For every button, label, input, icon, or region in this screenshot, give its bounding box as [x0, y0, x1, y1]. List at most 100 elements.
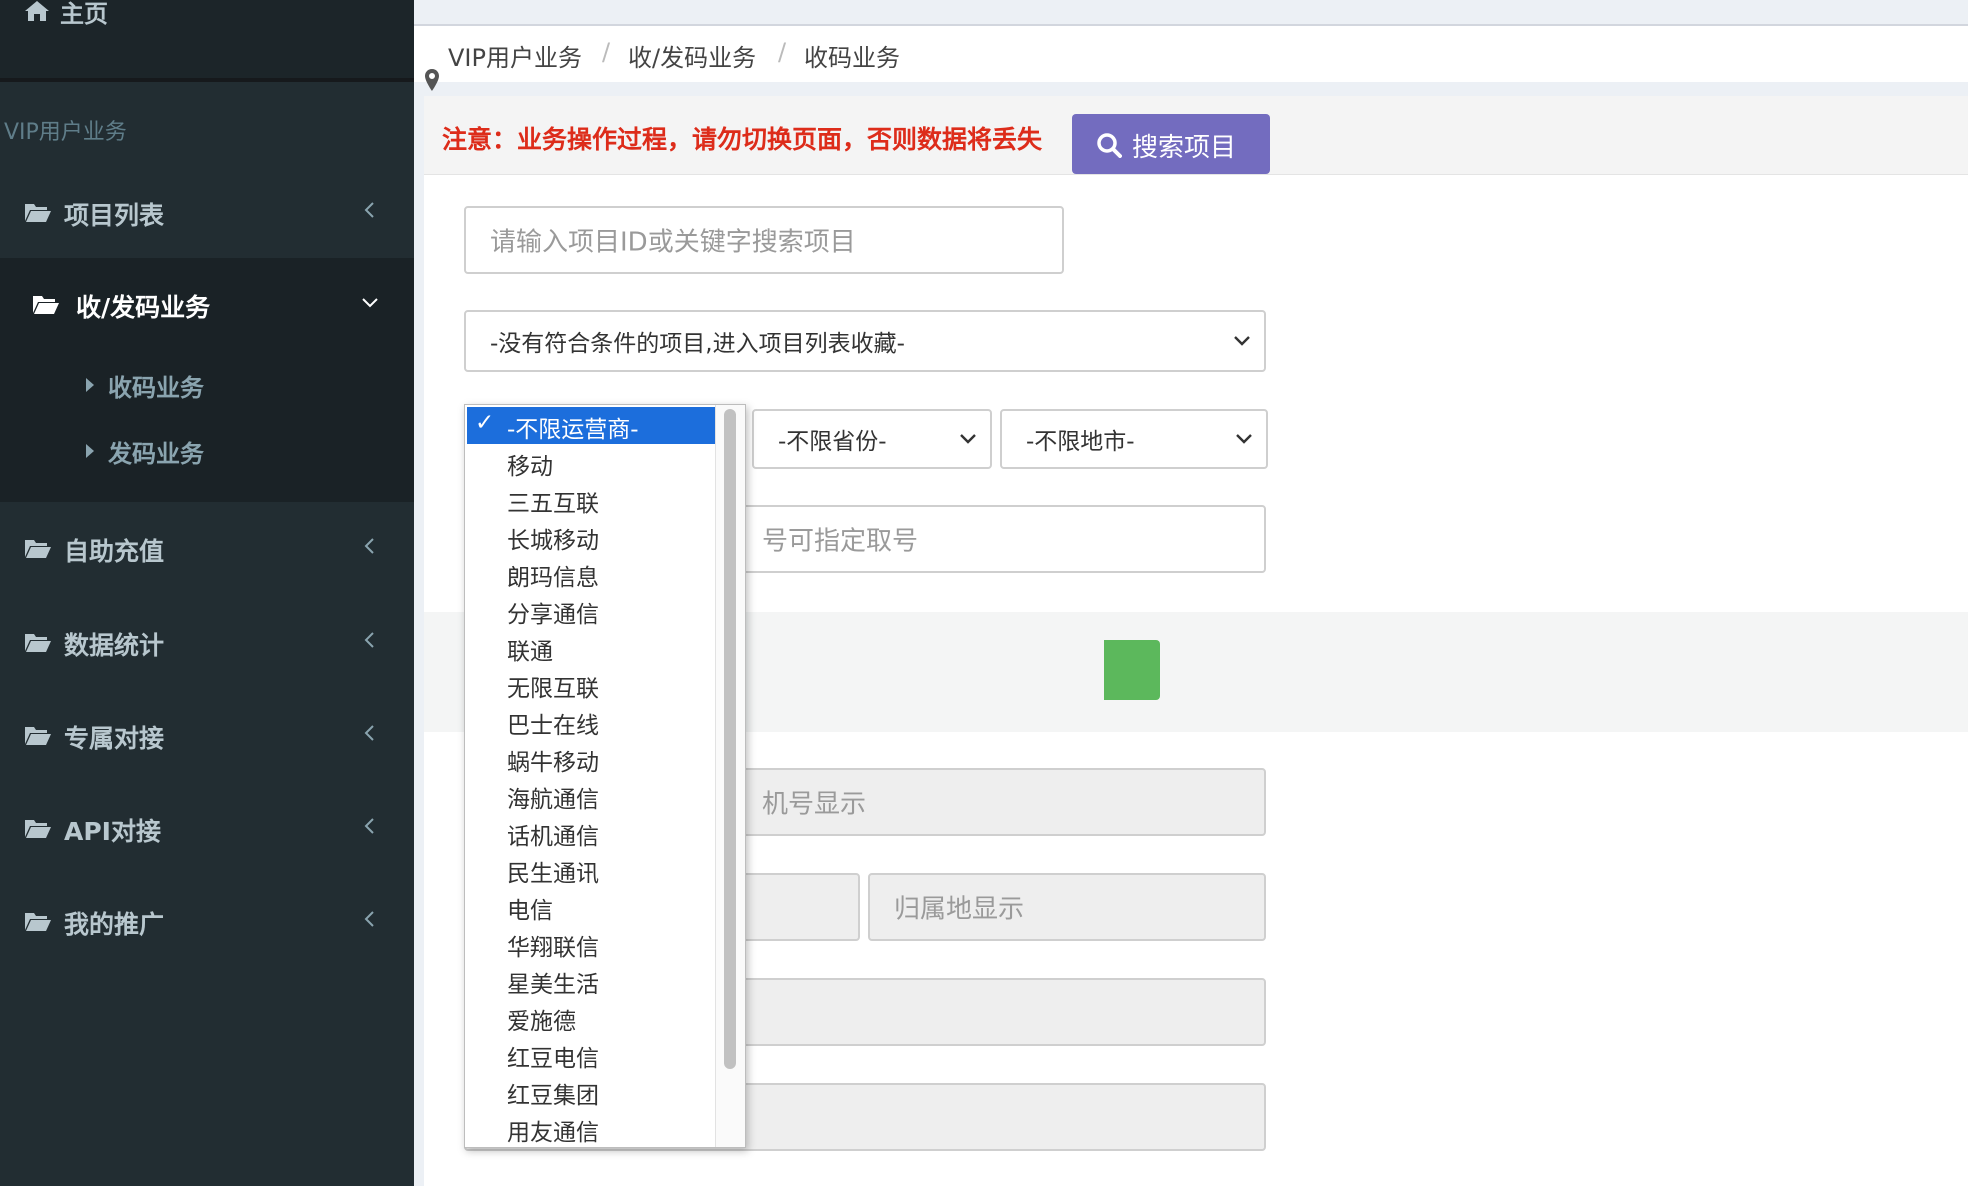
- dropdown-option[interactable]: 电信: [467, 888, 715, 925]
- province-select[interactable]: -不限省份-: [752, 409, 992, 469]
- breadcrumb-item[interactable]: VIP用户业务: [448, 38, 582, 73]
- caret-right-icon: [86, 444, 94, 458]
- sidebar-item-project-list[interactable]: 项目列表: [0, 170, 414, 256]
- dropdown-option[interactable]: 无限互联: [467, 666, 715, 703]
- breadcrumb-separator: /: [602, 38, 611, 66]
- get-number-button[interactable]: [1104, 640, 1160, 700]
- carrier-select-dropdown[interactable]: ✓ -不限运营商- 移动 三五互联 长城移动 朗玛信息 分享通信 联通 无限互联…: [464, 404, 746, 1148]
- sidebar-item-label: API对接: [64, 817, 161, 846]
- dropdown-option[interactable]: 红豆集团: [467, 1073, 715, 1110]
- option-label: 朗玛信息: [507, 565, 599, 591]
- dropdown-option[interactable]: 分享通信: [467, 592, 715, 629]
- sidebar-section-header: VIP用户业务: [4, 120, 127, 145]
- dropdown-option[interactable]: 朗玛信息: [467, 555, 715, 592]
- folder-open-icon: [25, 204, 51, 222]
- scrollbar-thumb[interactable]: [724, 409, 736, 1069]
- dropdown-option[interactable]: 海航通信: [467, 777, 715, 814]
- option-label: 巴士在线: [507, 713, 599, 739]
- option-label: 民生通讯: [507, 861, 599, 887]
- folder-open-icon: [25, 727, 51, 745]
- sidebar-item-label: 项目列表: [64, 201, 165, 230]
- folder-open-icon: [25, 540, 51, 558]
- sidebar-item-self-recharge[interactable]: 自助充值: [0, 506, 414, 592]
- sidebar-item-label: 数据统计: [64, 631, 165, 660]
- chevron-left-icon: [364, 818, 374, 834]
- search-project-button[interactable]: 搜索项目: [1072, 114, 1270, 174]
- chevron-left-icon: [364, 911, 374, 927]
- dropdown-option[interactable]: 三五互联: [467, 481, 715, 518]
- chevron-down-icon: [1234, 336, 1250, 346]
- sidebar-subitem-label: 发码业务: [108, 440, 204, 468]
- dropdown-option[interactable]: 长城移动: [467, 518, 715, 555]
- sidebar-item-dedicated-integration[interactable]: 专属对接: [0, 693, 414, 779]
- option-label: 海航通信: [507, 787, 599, 813]
- chevron-down-icon: [362, 298, 378, 308]
- option-label: 红豆电信: [507, 1046, 599, 1072]
- dropdown-option[interactable]: 话机通信: [467, 814, 715, 851]
- sidebar-item-label: 主页: [60, 0, 108, 28]
- location-display: 归属地显示: [868, 873, 1266, 941]
- sidebar-item-label: 我的推广: [64, 910, 165, 939]
- option-label: 电信: [507, 898, 553, 924]
- breadcrumb-item[interactable]: 收/发码业务: [628, 38, 756, 73]
- folder-open-icon: [33, 296, 59, 314]
- sidebar: 主页 VIP用户业务 项目列表 收/发码业务 收码业务 发码业务 自助充值 数据…: [0, 0, 414, 1186]
- search-button-label: 搜索项目: [1132, 133, 1237, 163]
- sidebar-group-code-business: 收/发码业务 收码业务 发码业务: [0, 258, 414, 502]
- sidebar-subitem-label: 收码业务: [108, 374, 204, 402]
- breadcrumb-item-current: 收码业务: [804, 44, 900, 72]
- dropdown-option[interactable]: 星美生活: [467, 962, 715, 999]
- folder-open-icon: [25, 913, 51, 931]
- dropdown-option-selected[interactable]: ✓ -不限运营商-: [467, 407, 715, 444]
- sidebar-item-my-promotion[interactable]: 我的推广: [0, 879, 414, 965]
- option-label: 联通: [507, 639, 553, 665]
- sidebar-item-code-business[interactable]: 收/发码业务: [0, 258, 414, 348]
- search-icon: [1097, 133, 1122, 158]
- option-label: 分享通信: [507, 602, 599, 628]
- city-select-value: -不限地市-: [1026, 429, 1135, 455]
- sidebar-item-label: 收/发码业务: [76, 293, 211, 322]
- chevron-left-icon: [364, 725, 374, 741]
- dropdown-option[interactable]: 用友通信: [467, 1110, 715, 1147]
- phone-display-placeholder: 机号显示: [762, 789, 867, 820]
- dropdown-option[interactable]: 巴士在线: [467, 703, 715, 740]
- checkmark-icon: ✓: [475, 410, 495, 436]
- dropdown-option[interactable]: 蜗牛移动: [467, 740, 715, 777]
- dropdown-option[interactable]: 爱施德: [467, 999, 715, 1036]
- sidebar-item-statistics[interactable]: 数据统计: [0, 600, 414, 686]
- folder-open-icon: [25, 634, 51, 652]
- project-select-value: -没有符合条件的项目,进入项目列表收藏-: [490, 331, 905, 357]
- option-label: 无限互联: [507, 676, 599, 702]
- option-label: 长城移动: [507, 528, 599, 554]
- dropdown-option[interactable]: 红豆电信: [467, 1036, 715, 1073]
- chevron-left-icon: [364, 202, 374, 218]
- project-search-input[interactable]: 请输入项目ID或关键字搜索项目: [464, 206, 1064, 274]
- option-label: 话机通信: [507, 824, 599, 850]
- specified-number-placeholder: 号可指定取号: [762, 526, 919, 557]
- option-label: -不限运营商-: [507, 417, 639, 443]
- option-label: 用友通信: [507, 1120, 599, 1146]
- location-display-placeholder: 归属地显示: [894, 894, 1025, 925]
- breadcrumb-separator: /: [778, 38, 787, 66]
- option-label: 红豆集团: [507, 1083, 599, 1109]
- warning-notice: 注意：业务操作过程，请勿切换页面，否则数据将丢失: [442, 125, 1043, 154]
- project-select[interactable]: -没有符合条件的项目,进入项目列表收藏-: [464, 310, 1266, 372]
- chevron-down-icon: [960, 434, 976, 444]
- dropdown-option[interactable]: 华翔联信: [467, 925, 715, 962]
- chevron-down-icon: [1236, 434, 1252, 444]
- option-label: 星美生活: [507, 972, 599, 998]
- dropdown-scrollbar[interactable]: [715, 405, 745, 1147]
- sidebar-item-api[interactable]: API对接: [0, 786, 414, 872]
- sidebar-item-label: 自助充值: [64, 537, 165, 566]
- option-label: 爱施德: [507, 1009, 576, 1035]
- sidebar-item-home[interactable]: 主页: [0, 0, 414, 82]
- city-select[interactable]: -不限地市-: [1000, 409, 1268, 469]
- dropdown-option[interactable]: 移动: [467, 444, 715, 481]
- option-label: 蜗牛移动: [507, 750, 599, 776]
- dropdown-option[interactable]: 联通: [467, 629, 715, 666]
- dropdown-option[interactable]: 民生通讯: [467, 851, 715, 888]
- home-icon: [25, 1, 49, 21]
- option-label: 移动: [507, 454, 553, 480]
- folder-open-icon: [25, 820, 51, 838]
- option-label: 三五互联: [507, 491, 599, 517]
